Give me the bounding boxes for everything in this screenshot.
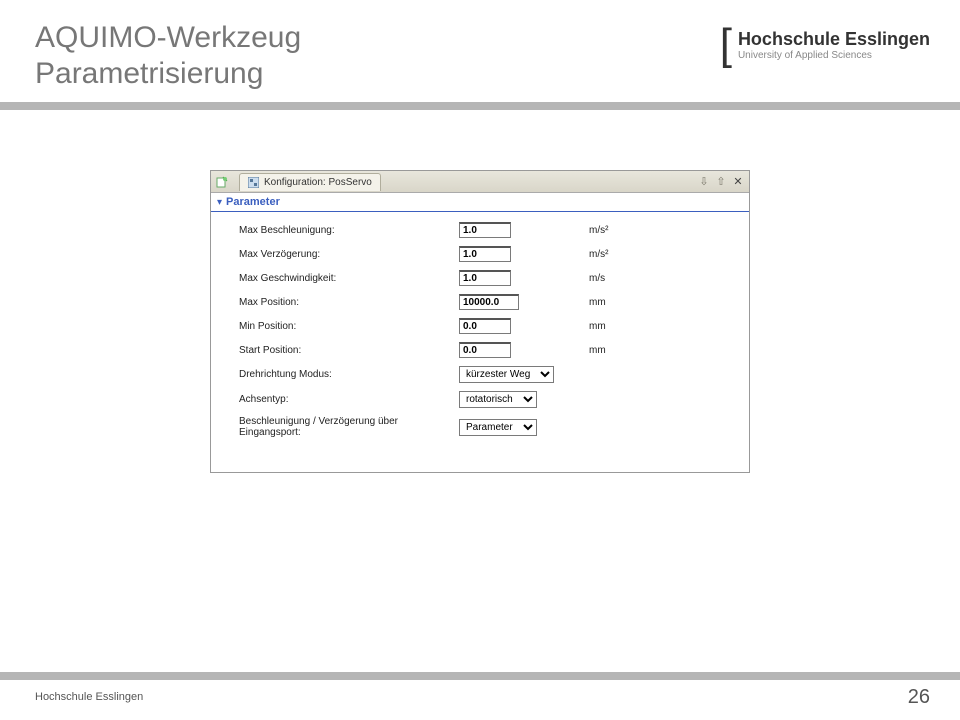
param-label: Min Position: xyxy=(239,321,459,332)
param-label: Drehrichtung Modus: xyxy=(239,369,459,380)
header-divider xyxy=(0,102,960,110)
arrow-up-icon[interactable]: ⇧ xyxy=(714,175,728,189)
param-unit: mm xyxy=(589,345,639,356)
param-label: Start Position: xyxy=(239,345,459,356)
param-input[interactable] xyxy=(459,270,511,286)
param-unit: m/s² xyxy=(589,225,639,236)
param-control xyxy=(459,318,589,334)
logo-bracket-icon: [ xyxy=(720,25,732,65)
param-label: Beschleunigung / Verzögerung über Eingan… xyxy=(239,416,459,438)
param-label: Max Beschleunigung: xyxy=(239,225,459,236)
tab-label: Konfiguration: PosServo xyxy=(264,177,372,188)
param-row: Start Position: mm xyxy=(215,338,745,362)
param-select[interactable]: kürzester Weg xyxy=(459,366,554,383)
param-row: Max Position: mm xyxy=(215,290,745,314)
param-select[interactable]: Parameter xyxy=(459,419,537,436)
param-row: Achsentyp:rotatorisch xyxy=(215,387,745,412)
collapse-caret-icon: ▾ xyxy=(217,197,222,208)
slide-title: AQUIMO-Werkzeug Parametrisierung xyxy=(35,20,301,92)
param-input[interactable] xyxy=(459,342,511,358)
param-unit: mm xyxy=(589,297,639,308)
parameter-list: Max Beschleunigung: m/s² Max Verzögerung: m… xyxy=(211,212,749,472)
param-label: Max Position: xyxy=(239,297,459,308)
arrow-down-icon[interactable]: ⇩ xyxy=(697,175,711,189)
param-label: Max Geschwindigkeit: xyxy=(239,273,459,284)
param-row: Max Geschwindigkeit: m/s xyxy=(215,266,745,290)
param-control: kürzester Weg xyxy=(459,366,589,383)
param-row: Min Position: mm xyxy=(215,314,745,338)
page-number: 26 xyxy=(908,686,930,709)
footer-text: Hochschule Esslingen xyxy=(35,691,143,703)
slide-footer: Hochschule Esslingen 26 xyxy=(0,672,960,720)
param-control xyxy=(459,342,589,358)
logo-sub-text: University of Applied Sciences xyxy=(738,50,930,61)
param-input[interactable] xyxy=(459,294,519,310)
section-title: Parameter xyxy=(226,196,280,208)
param-control xyxy=(459,270,589,286)
param-control: Parameter xyxy=(459,419,589,436)
param-control: rotatorisch xyxy=(459,391,589,408)
window-tab[interactable]: Konfiguration: PosServo xyxy=(239,173,381,191)
new-icon[interactable] xyxy=(215,175,229,189)
param-input[interactable] xyxy=(459,222,511,238)
slide-title-line2: Parametrisierung xyxy=(35,57,263,90)
param-row: Max Verzögerung: m/s² xyxy=(215,242,745,266)
param-unit: m/s² xyxy=(589,249,639,260)
param-row: Beschleunigung / Verzögerung über Eingan… xyxy=(215,412,745,442)
param-row: Max Beschleunigung: m/s² xyxy=(215,218,745,242)
param-row: Drehrichtung Modus:kürzester Weg xyxy=(215,362,745,387)
param-select[interactable]: rotatorisch xyxy=(459,391,537,408)
param-label: Achsentyp: xyxy=(239,394,459,405)
param-control xyxy=(459,222,589,238)
institution-logo: [ Hochschule Esslingen University of App… xyxy=(720,25,930,65)
close-icon[interactable]: ✕ xyxy=(731,175,745,189)
configuration-window: Konfiguration: PosServo ⇩ ⇧ ✕ ▾ Paramete… xyxy=(210,170,750,473)
param-label: Max Verzögerung: xyxy=(239,249,459,260)
param-control xyxy=(459,246,589,262)
logo-main-text: Hochschule Esslingen xyxy=(738,29,930,50)
section-header-parameter[interactable]: ▾ Parameter xyxy=(211,193,749,212)
param-unit: mm xyxy=(589,321,639,332)
param-input[interactable] xyxy=(459,246,511,262)
slide-title-line1: AQUIMO-Werkzeug xyxy=(35,21,301,54)
window-titlebar: Konfiguration: PosServo ⇩ ⇧ ✕ xyxy=(211,171,749,193)
param-input[interactable] xyxy=(459,318,511,334)
param-unit: m/s xyxy=(589,273,639,284)
config-icon xyxy=(246,176,260,190)
param-control xyxy=(459,294,589,310)
